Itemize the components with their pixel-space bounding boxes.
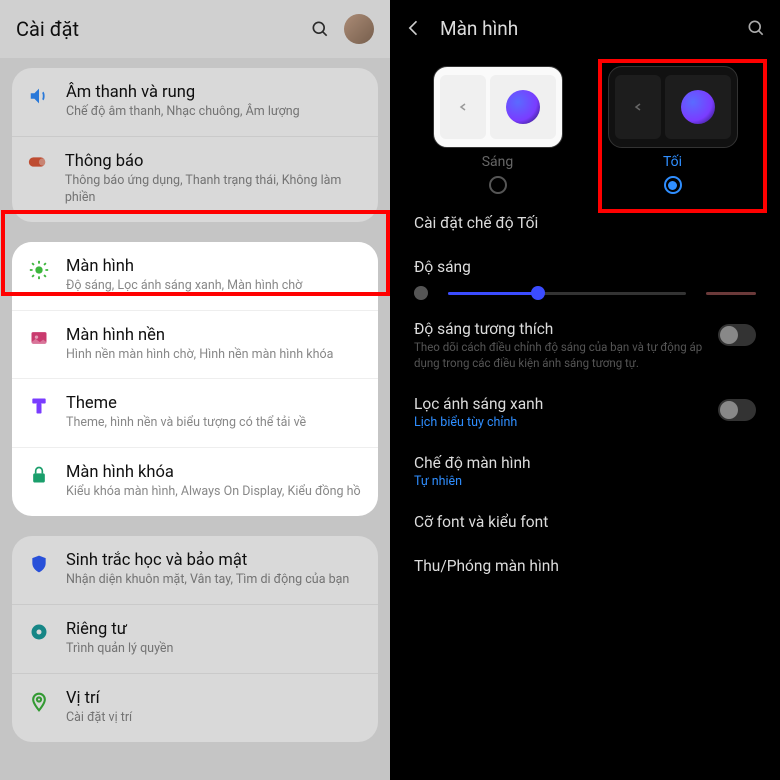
settings-item-biometric[interactable]: Sinh trắc học và bảo mật Nhận diện khuôn … [12, 536, 378, 604]
setting-label: Độ sáng [414, 258, 756, 276]
mode-preview-light [433, 66, 563, 148]
settings-panel: Cài đặt Âm thanh và rung Chế độ âm thanh,… [0, 0, 390, 780]
setting-adaptive-brightness[interactable]: Độ sáng tương thích Theo dõi cách điều c… [390, 308, 780, 383]
lock-icon [26, 463, 52, 485]
item-label: Âm thanh và rung [66, 83, 300, 102]
avatar[interactable] [344, 14, 374, 44]
setting-screen-mode[interactable]: Chế độ màn hình Tự nhiên [390, 442, 780, 501]
mode-selector: Sáng Tối [390, 56, 780, 202]
theme-icon [26, 394, 52, 416]
settings-group: Màn hình Độ sáng, Lọc ánh sáng xanh, Màn … [12, 242, 378, 517]
settings-item-wallpaper[interactable]: Màn hình nền Hình nền màn hình chờ, Hình … [12, 310, 378, 379]
settings-group: Âm thanh và rung Chế độ âm thanh, Nhạc ch… [12, 68, 378, 222]
item-sub: Theme, hình nền và biểu tượng có thể tải… [66, 415, 306, 432]
mode-light[interactable]: Sáng [420, 66, 575, 194]
mode-label: Sáng [482, 154, 514, 170]
setting-label: Chế độ màn hình [414, 454, 756, 472]
setting-label: Lọc ánh sáng xanh [414, 395, 708, 413]
brightness-icon [26, 257, 52, 281]
setting-label: Thu/Phóng màn hình [414, 557, 756, 575]
search-icon[interactable] [310, 19, 330, 39]
notification-icon [26, 152, 51, 170]
mode-preview-dark [608, 66, 738, 148]
settings-item-lockscreen[interactable]: Màn hình khóa Kiểu khóa màn hình, Always … [12, 447, 378, 516]
display-header: Màn hình [390, 0, 780, 56]
item-sub: Độ sáng, Lọc ánh sáng xanh, Màn hình chờ [66, 278, 302, 295]
item-label: Riêng tư [66, 620, 173, 639]
setting-brightness: Độ sáng [390, 246, 780, 282]
setting-link: Tự nhiên [414, 474, 756, 489]
settings-item-display[interactable]: Màn hình Độ sáng, Lọc ánh sáng xanh, Màn … [12, 242, 378, 310]
setting-zoom[interactable]: Thu/Phóng màn hình [390, 545, 780, 589]
item-label: Màn hình khóa [66, 463, 361, 482]
item-label: Thông báo [65, 152, 362, 171]
search-icon[interactable] [746, 18, 766, 38]
setting-bluelight[interactable]: Lọc ánh sáng xanh Lịch biểu tùy chỉnh [390, 383, 780, 442]
volume-icon [26, 83, 52, 107]
brightness-min-icon [414, 286, 428, 300]
setting-dark-mode-settings[interactable]: Cài đặt chế độ Tối [390, 202, 780, 246]
item-label: Màn hình nền [66, 326, 333, 345]
item-sub: Hình nền màn hình chờ, Hình nền màn hình… [66, 347, 333, 364]
brightness-slider-row [390, 282, 780, 308]
display-title: Màn hình [440, 17, 746, 40]
item-label: Màn hình [66, 257, 302, 276]
item-sub: Cài đặt vị trí [66, 710, 132, 727]
settings-item-theme[interactable]: Theme Theme, hình nền và biểu tượng có th… [12, 378, 378, 447]
radio-dark[interactable] [664, 176, 682, 194]
setting-desc: Theo dõi cách điều chỉnh độ sáng của bạn… [414, 340, 708, 371]
toggle-bluelight[interactable] [718, 399, 756, 421]
setting-label: Cài đặt chế độ Tối [414, 214, 756, 232]
setting-label: Cỡ font và kiểu font [414, 513, 756, 531]
radio-light[interactable] [489, 176, 507, 194]
settings-title: Cài đặt [16, 17, 310, 41]
brightness-slider[interactable] [448, 292, 686, 295]
setting-link: Lịch biểu tùy chỉnh [414, 415, 708, 430]
display-panel: Màn hình Sáng Tối Cài đặt chế độ Tối Độ … [390, 0, 780, 780]
toggle-adaptive[interactable] [718, 324, 756, 346]
item-label: Vị trí [66, 689, 132, 708]
item-label: Theme [66, 394, 306, 413]
item-sub: Nhận diện khuôn mặt, Vân tay, Tìm di độn… [66, 572, 349, 589]
settings-header: Cài đặt [0, 0, 390, 58]
settings-item-privacy[interactable]: Riêng tư Trình quản lý quyền [12, 604, 378, 673]
setting-font[interactable]: Cỡ font và kiểu font [390, 501, 780, 545]
item-sub: Thông báo ứng dụng, Thanh trạng thái, Kh… [65, 173, 362, 207]
back-icon[interactable] [404, 18, 428, 38]
item-sub: Chế độ âm thanh, Nhạc chuông, Âm lượng [66, 104, 300, 121]
settings-group: Sinh trắc học và bảo mật Nhận diện khuôn … [12, 536, 378, 742]
location-icon [26, 689, 52, 713]
item-sub: Kiểu khóa màn hình, Always On Display, K… [66, 484, 361, 501]
item-label: Sinh trắc học và bảo mật [66, 551, 349, 570]
mode-label: Tối [663, 154, 682, 170]
wallpaper-icon [26, 326, 52, 348]
item-sub: Trình quản lý quyền [66, 641, 173, 658]
shield-icon [26, 551, 52, 575]
privacy-icon [26, 620, 52, 642]
mode-dark[interactable]: Tối [595, 66, 750, 194]
settings-item-sound[interactable]: Âm thanh và rung Chế độ âm thanh, Nhạc ch… [12, 68, 378, 136]
brightness-max-indicator [706, 292, 756, 295]
setting-label: Độ sáng tương thích [414, 320, 708, 338]
settings-item-location[interactable]: Vị trí Cài đặt vị trí [12, 673, 378, 742]
settings-item-notifications[interactable]: Thông báo Thông báo ứng dụng, Thanh trạng… [12, 136, 378, 222]
